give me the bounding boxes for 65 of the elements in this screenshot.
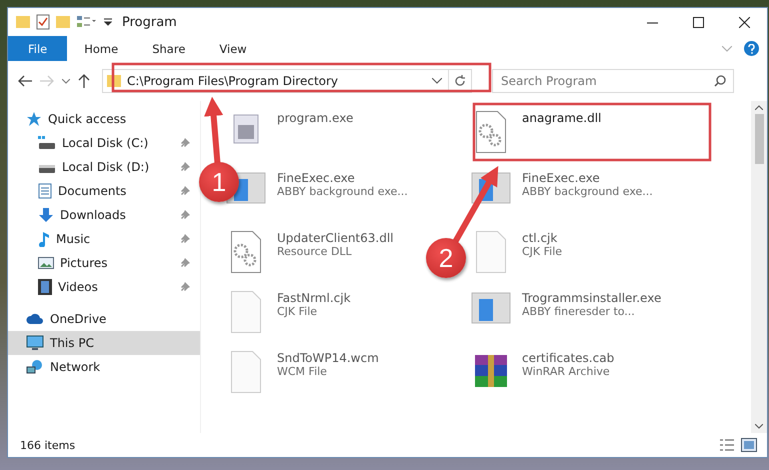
search-field[interactable]: Search Program (492, 69, 734, 93)
folder-icon (16, 15, 30, 29)
sidebar-item[interactable]: Local Disk (C:) (8, 131, 200, 155)
file-type: ABBY background exe... (522, 185, 653, 198)
ribbon-tab[interactable]: File (8, 36, 68, 61)
file-name[interactable]: SndToWP14.wcm (277, 351, 379, 365)
search-icon (714, 75, 726, 87)
sidebar-item[interactable]: Pictures (8, 251, 200, 275)
file-name[interactable]: program.exe (277, 111, 354, 125)
monitor-icon (26, 335, 44, 351)
music-note-icon (38, 231, 50, 247)
file-name[interactable]: Trogrammsinstaller.exe (522, 291, 662, 305)
caret-icon[interactable] (104, 18, 112, 26)
sidebar-item[interactable]: Downloads (8, 203, 200, 227)
chevron-up-icon[interactable] (755, 105, 763, 110)
sidebar-item[interactable]: Local Disk (D:) (8, 155, 200, 179)
view-options-icon[interactable] (76, 15, 98, 29)
file-name[interactable]: certificates.cab (522, 351, 614, 365)
item-count: 166 items (20, 438, 76, 452)
file-type: WCM File (277, 365, 328, 378)
picture-icon (38, 256, 54, 270)
back-arrow-icon[interactable] (18, 75, 32, 87)
scrollbar-thumb[interactable] (754, 114, 764, 164)
file-name[interactable]: anagrame.dll (522, 111, 602, 125)
file-type: WinRAR Archive (522, 365, 611, 378)
close-icon[interactable] (738, 16, 750, 28)
address-bar[interactable]: C:\Program Files\Program Directory (102, 69, 472, 93)
file-type: ABBY fineresder to... (522, 305, 636, 318)
sidebar-item[interactable]: Music (8, 227, 200, 251)
file-icon (231, 351, 261, 393)
file-icon (476, 231, 506, 273)
sidebar-item[interactable]: This PC (8, 331, 200, 355)
file-name[interactable]: FineExec.exe (277, 171, 408, 185)
star-icon (26, 111, 42, 127)
file-type: CJK File (277, 305, 318, 318)
gear-file-icon (476, 111, 506, 153)
network-icon (26, 359, 44, 375)
window-title: Program (122, 14, 177, 30)
large-icons-view-icon[interactable] (741, 438, 757, 452)
sidebar-item[interactable]: Quick access (8, 107, 200, 131)
film-icon (38, 279, 52, 295)
chevron-down-icon[interactable] (432, 78, 442, 84)
file-name[interactable]: FineExec.exe (522, 171, 653, 185)
sidebar-item[interactable]: Videos (8, 275, 200, 299)
file-name[interactable]: ctl.cjk (522, 231, 562, 245)
file-type: ABBY background exe... (277, 185, 408, 198)
file-type: Resource DLL (277, 245, 353, 258)
maximize-icon[interactable] (692, 16, 704, 28)
properties-icon[interactable] (36, 14, 50, 30)
sidebar-item[interactable]: OneDrive (8, 307, 200, 331)
up-arrow-icon[interactable] (78, 74, 90, 88)
file-type: CJK File (522, 245, 562, 258)
document-icon (38, 183, 52, 199)
help-icon[interactable] (744, 41, 759, 56)
details-view-icon[interactable] (719, 438, 735, 452)
sidebar-item[interactable]: Documents (8, 179, 200, 203)
gear-file-icon (231, 231, 261, 273)
sidebar-item[interactable]: Network (8, 355, 200, 379)
file-name[interactable]: UpdaterClient63.dll (277, 231, 394, 245)
chevron-down-icon[interactable] (755, 424, 763, 429)
cloud-icon (26, 313, 44, 325)
file-icon (231, 291, 261, 333)
drive-icon (38, 136, 56, 150)
down-arrow-icon (38, 207, 54, 223)
file-name[interactable]: FastNrml.cjk (277, 291, 351, 305)
